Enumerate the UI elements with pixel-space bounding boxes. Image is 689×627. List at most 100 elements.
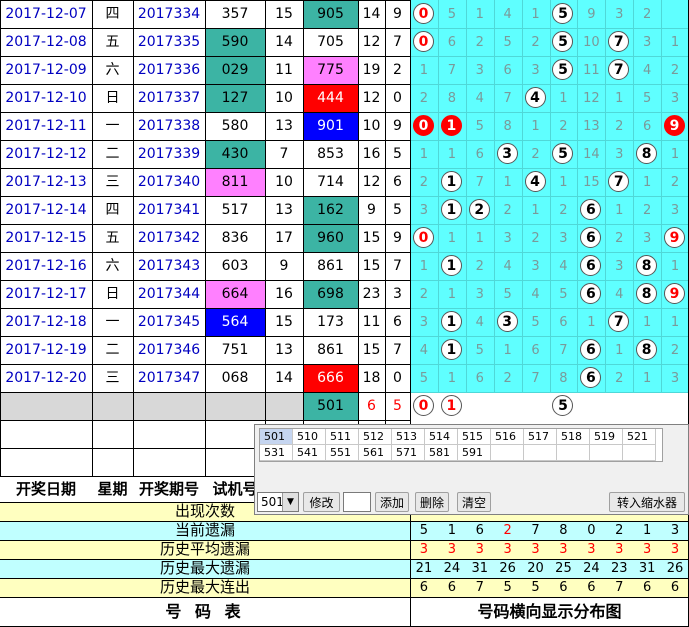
- dist-miss-count: 2: [531, 230, 540, 246]
- dist-ball: 4: [524, 171, 546, 192]
- stat-value: 25: [555, 561, 572, 576]
- number-list-cell[interactable]: 581: [425, 445, 458, 461]
- dist-ball: 8: [636, 143, 658, 164]
- dist-miss-count: 3: [531, 258, 540, 274]
- row-prize-sum: 10: [362, 118, 381, 134]
- row-date: 2017-12-08: [5, 34, 87, 50]
- row-prize: 666: [303, 364, 358, 392]
- number-list-cell[interactable]: [557, 445, 590, 461]
- dist-ball: 8: [636, 283, 658, 304]
- clear-button[interactable]: 清空: [457, 492, 491, 512]
- row-trial-span: 15: [275, 314, 293, 330]
- number-list-cell[interactable]: 511: [326, 429, 359, 445]
- dist-miss-count: 2: [615, 118, 624, 134]
- row-weekday: 四: [105, 6, 120, 22]
- summary-prize: 501: [303, 392, 358, 420]
- number-list-cell[interactable]: 516: [491, 429, 524, 445]
- row-prize-sum: 11: [362, 314, 381, 330]
- stat-value: 6: [670, 580, 680, 595]
- row-prize-span: 7: [393, 34, 402, 50]
- dist-miss-count: 5: [475, 342, 484, 358]
- row-prize-sum: 12: [362, 90, 381, 106]
- number-list-cell[interactable]: 519: [590, 429, 623, 445]
- number-list-cell[interactable]: 561: [359, 445, 392, 461]
- number-list-cell[interactable]: 514: [425, 429, 458, 445]
- transfer-to-reducer-button[interactable]: 转入缩水器: [609, 492, 685, 512]
- delete-button[interactable]: 删除: [415, 492, 449, 512]
- number-list-cell[interactable]: 531: [260, 445, 293, 461]
- number-list-cell[interactable]: 510: [293, 429, 326, 445]
- number-list-cell[interactable]: 541: [293, 445, 326, 461]
- row-prize-span: 7: [393, 342, 402, 358]
- row-trial: 357: [221, 6, 249, 22]
- number-list-cell[interactable]: 512: [359, 429, 392, 445]
- number-list-cell[interactable]: 551: [326, 445, 359, 461]
- add-button[interactable]: 添加: [375, 492, 409, 512]
- number-list-cell[interactable]: 518: [557, 429, 590, 445]
- summary-row-bg: [0, 392, 303, 420]
- edit-button[interactable]: 修改: [303, 492, 340, 512]
- number-list-cell[interactable]: [623, 445, 656, 461]
- dist-ball: 1: [440, 171, 462, 192]
- dist-miss-count: 3: [615, 258, 624, 274]
- stat-value: 3: [587, 542, 596, 557]
- dist-miss-count: 1: [503, 342, 512, 358]
- table-vline: [358, 0, 359, 476]
- stat-value: 5: [419, 523, 429, 538]
- row-issue: 2017339: [137, 146, 201, 162]
- stat-value: 7: [475, 580, 484, 595]
- dist-miss-count: 1: [447, 230, 456, 246]
- dist-miss-count: 1: [531, 118, 540, 134]
- dist-miss-count: 3: [670, 370, 680, 386]
- number-list-cell[interactable]: 515: [458, 429, 491, 445]
- number-list-cell[interactable]: 517: [524, 429, 557, 445]
- dist-miss-count: 11: [583, 62, 600, 78]
- number-list-cell[interactable]: 501: [260, 429, 293, 445]
- summary-ball: 5: [552, 395, 574, 416]
- footer-left: 号 码 表: [165, 602, 245, 621]
- dist-miss-count: 3: [419, 202, 429, 218]
- selected-number-dropdown[interactable]: 501 ▼: [257, 492, 299, 512]
- number-list-cell[interactable]: 571: [392, 445, 425, 461]
- number-input[interactable]: [343, 492, 371, 512]
- number-list-cell[interactable]: 591: [458, 445, 491, 461]
- number-list-cell[interactable]: 521: [623, 429, 656, 445]
- row-prize-sum: 12: [362, 174, 381, 190]
- number-list-cell[interactable]: [524, 445, 557, 461]
- row-trial: 580: [221, 118, 249, 134]
- table-hline: [0, 578, 689, 579]
- stat-value: 6: [447, 580, 456, 595]
- row-prize-span: 7: [393, 258, 402, 274]
- row-date: 2017-12-19: [5, 342, 87, 358]
- dist-miss-count: 6: [531, 342, 540, 358]
- number-list-cell[interactable]: [590, 445, 623, 461]
- dist-miss-count: 3: [475, 62, 484, 78]
- row-trial-span: 13: [275, 202, 293, 218]
- table-vline: [133, 0, 134, 476]
- dist-miss-count: 2: [615, 230, 624, 246]
- row-trial-span: 17: [275, 230, 293, 246]
- number-list-cell[interactable]: [491, 445, 524, 461]
- row-prize: 901: [303, 112, 358, 140]
- dist-miss-count: 4: [475, 314, 484, 330]
- dist-miss-count: 6: [503, 62, 512, 78]
- row-prize-sum: 9: [367, 202, 376, 218]
- row-prize: 162: [303, 196, 358, 224]
- chevron-down-icon[interactable]: ▼: [282, 493, 298, 511]
- dist-miss-count: 5: [419, 370, 429, 386]
- row-issue: 2017337: [137, 90, 201, 106]
- dist-miss-count: 1: [615, 342, 624, 358]
- stat-value: 2: [503, 523, 512, 538]
- row-prize: 905: [303, 0, 358, 28]
- dist-miss-count: 4: [559, 258, 568, 274]
- dist-ball: 1: [440, 311, 462, 332]
- lottery-chart-window: 2017-12-07 四 2017334 357 15 905 14 9 2017-12-08 五…: [0, 0, 689, 627]
- dist-miss-count: 1: [615, 90, 624, 106]
- number-list-grid[interactable]: 501 510 511 512 513 514 515 516 517 518 519 521 531 5…: [259, 428, 663, 462]
- row-issue: 2017347: [137, 370, 201, 386]
- number-list-cell[interactable]: 513: [392, 429, 425, 445]
- row-prize-sum: 15: [362, 258, 381, 274]
- row-weekday: 三: [105, 174, 120, 190]
- row-date: 2017-12-17: [5, 286, 87, 302]
- stat-value: 6: [419, 580, 429, 595]
